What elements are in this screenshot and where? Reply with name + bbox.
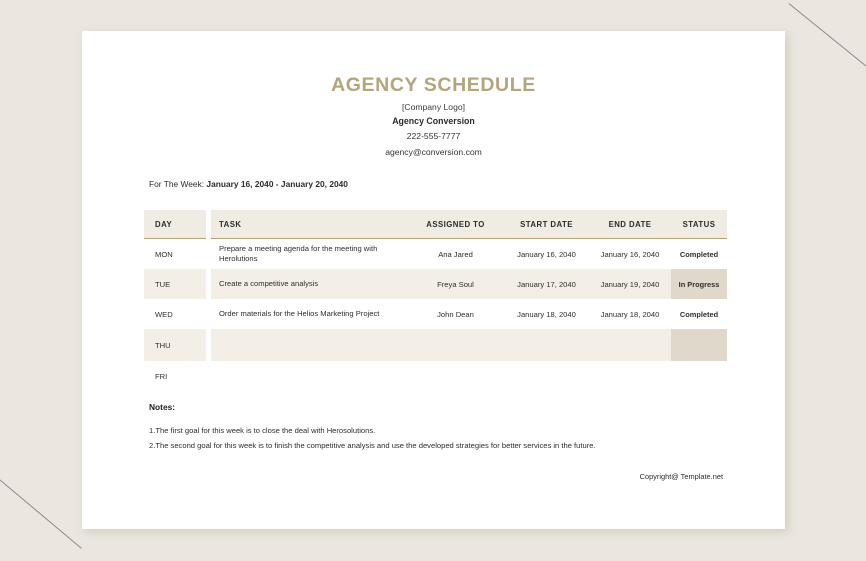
table-row[interactable]: WED Order materials for the Helios Marke… (144, 299, 727, 329)
status-badge: In Progress (671, 269, 727, 299)
column-header-start-date: START DATE (504, 210, 589, 239)
cell-end-date: January 19, 2040 (589, 269, 671, 299)
cell-task-text: Prepare a meeting agenda for the meeting… (219, 243, 378, 263)
schedule-table: DAY TASK ASSIGNED TO START DATE END DATE… (144, 210, 727, 391)
screenshot-canvas: AGENCY SCHEDULE [Company Logo] Agency Co… (0, 0, 866, 561)
company-logo-placeholder: [Company Logo] (401, 102, 466, 112)
company-phone: 222-555-7777 (406, 131, 461, 141)
column-header-status: STATUS (671, 210, 727, 239)
cell-assigned-to: Ana Jared (407, 239, 504, 269)
column-header-assigned-to: ASSIGNED TO (407, 210, 504, 239)
week-range-value: January 16, 2040 - January 20, 2040 (206, 179, 348, 189)
cell-assigned-to: Freya Soul (407, 269, 504, 299)
cell-task-text: Create a competitive analysis (219, 278, 319, 288)
cell-start-date: January 18, 2040 (504, 299, 589, 329)
decorative-corner-line-bottom-left (0, 476, 82, 549)
cell-day: TUE (144, 269, 206, 299)
cell-end-date: January 18, 2040 (589, 299, 671, 329)
week-range-label: For The Week: (149, 179, 205, 189)
cell-end-date: January 16, 2040 (589, 239, 671, 269)
cell-start-date (504, 361, 589, 391)
cell-day: THU (144, 329, 206, 361)
cell-day: WED (144, 299, 206, 329)
status-badge: Completed (671, 299, 727, 329)
cell-end-date (589, 329, 671, 361)
table-row[interactable]: TUE Create a competitive analysis Freya … (144, 269, 727, 299)
document-page: AGENCY SCHEDULE [Company Logo] Agency Co… (82, 31, 785, 529)
cell-day: MON (144, 239, 206, 269)
copyright-text: Copyright@ Template.net (639, 472, 723, 481)
notes-heading: Notes: (149, 402, 176, 412)
week-range: For The Week: January 16, 2040 - January… (149, 179, 348, 189)
cell-task (211, 329, 407, 361)
cell-task: Create a competitive analysis (211, 269, 407, 299)
status-badge (671, 361, 727, 391)
cell-assigned-to (407, 361, 504, 391)
cell-start-date (504, 329, 589, 361)
cell-assigned-to (407, 329, 504, 361)
status-badge: Completed (671, 239, 727, 269)
status-badge (671, 329, 727, 361)
cell-day: FRI (144, 361, 206, 391)
cell-start-date: January 16, 2040 (504, 239, 589, 269)
note-item: 2.The second goal for this week is to fi… (149, 441, 596, 450)
company-email: agency@conversion.com (385, 147, 482, 157)
cell-task-text: Order materials for the Helios Marketing… (219, 308, 380, 318)
decorative-corner-line-top-right (788, 3, 866, 77)
company-name: Agency Conversion (392, 116, 475, 126)
table-row[interactable]: MON Prepare a meeting agenda for the mee… (144, 239, 727, 269)
column-header-task: TASK (211, 210, 407, 239)
table-row[interactable]: THU (144, 329, 727, 361)
cell-task: Order materials for the Helios Marketing… (211, 299, 407, 329)
cell-end-date (589, 361, 671, 391)
table-header-row: DAY TASK ASSIGNED TO START DATE END DATE… (144, 210, 727, 239)
cell-assigned-to: John Dean (407, 299, 504, 329)
column-header-day: DAY (144, 210, 206, 239)
note-item: 1.The first goal for this week is to clo… (149, 426, 376, 435)
page-title: AGENCY SCHEDULE (331, 74, 536, 96)
cell-task (211, 361, 407, 391)
table-row[interactable]: FRI (144, 361, 727, 391)
column-header-end-date: END DATE (589, 210, 671, 239)
cell-task: Prepare a meeting agenda for the meeting… (211, 239, 407, 269)
cell-start-date: January 17, 2040 (504, 269, 589, 299)
